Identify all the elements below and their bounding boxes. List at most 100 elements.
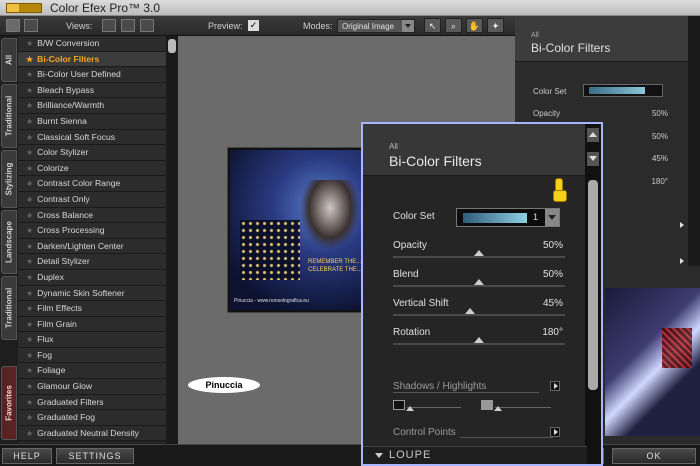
filter-item[interactable]: ★ Flux	[18, 332, 166, 348]
filter-item[interactable]: ★ Detail Stylizer	[18, 254, 166, 270]
ok-button[interactable]: OK	[612, 448, 696, 464]
star-icon[interactable]: ★	[26, 148, 33, 157]
filter-item[interactable]: ★ Film Effects	[18, 301, 166, 317]
filter-item[interactable]: ★ Film Grain	[18, 316, 166, 333]
filter-item[interactable]: ★ Graduated Neutral Density	[18, 425, 166, 442]
pointer-icon[interactable]: ↖	[424, 18, 441, 33]
scroll-up-icon[interactable]	[587, 128, 599, 142]
scroll-thumb[interactable]	[588, 180, 598, 390]
star-icon[interactable]: ★	[26, 320, 33, 329]
star-icon[interactable]: ★	[26, 101, 33, 110]
filter-item[interactable]: ★ Duplex	[18, 269, 166, 286]
filter-item[interactable]: ★ Cross Processing	[18, 223, 166, 239]
filter-item[interactable]: ★ Glamour Glow	[18, 379, 166, 395]
filter-item[interactable]: ★ Bi-Color Filters	[18, 51, 166, 68]
star-icon[interactable]: ★	[26, 195, 33, 204]
shadows-slider[interactable]	[407, 407, 461, 408]
filter-item[interactable]: ★ Bi-Color User Defined	[18, 67, 166, 83]
star-icon[interactable]: ★	[26, 289, 33, 298]
filter-item[interactable]: ★ Color Stylizer	[18, 145, 166, 161]
tab-traditional-2[interactable]: Traditional	[1, 276, 17, 340]
star-icon[interactable]: ★	[26, 366, 33, 375]
filter-item[interactable]: ★ Colorize	[18, 160, 166, 177]
loupe-bar[interactable]: LOUPE	[363, 446, 587, 464]
single-view-icon[interactable]	[6, 19, 20, 32]
star-icon[interactable]: ★	[26, 242, 33, 251]
tab-landscape[interactable]: Landscape	[1, 210, 17, 274]
shadows-expand-icon[interactable]	[550, 381, 560, 391]
vertical-shift-slider-knob[interactable]	[465, 308, 476, 314]
loupe-thumbnail	[605, 288, 700, 436]
blend-slider-knob[interactable]	[474, 279, 484, 285]
star-icon[interactable]: ★	[26, 179, 33, 188]
zoomed-scrollbar[interactable]	[585, 124, 601, 464]
star-icon[interactable]: ★	[26, 86, 33, 95]
filter-item[interactable]: ★ Graduated Filters	[18, 394, 166, 411]
blend-slider[interactable]	[393, 279, 565, 287]
color-set-select[interactable]: 1	[456, 208, 560, 227]
chevron-down-icon[interactable]	[545, 209, 559, 226]
star-icon[interactable]: ★	[26, 398, 33, 407]
tab-all[interactable]: All	[1, 38, 17, 82]
star-icon[interactable]: ★	[26, 164, 33, 173]
settings-button[interactable]: SETTINGS	[56, 448, 134, 464]
opacity-slider-knob[interactable]	[474, 250, 484, 256]
shadows-knob[interactable]	[406, 406, 414, 411]
opacity-slider[interactable]	[393, 250, 565, 258]
scroll-down-icon[interactable]	[587, 152, 599, 166]
filter-item[interactable]: ★ Burnt Sienna	[18, 113, 166, 130]
mode-select[interactable]: Original Image	[337, 19, 415, 33]
highlights-slider[interactable]	[495, 407, 551, 408]
zoom-icon[interactable]: ⌕	[445, 18, 462, 33]
view-single-icon[interactable]	[102, 19, 116, 32]
tab-traditional[interactable]: Traditional	[1, 84, 17, 148]
highlights-knob[interactable]	[494, 406, 502, 411]
filter-item[interactable]: ★ Foliage	[18, 363, 166, 380]
filter-item[interactable]: ★ Fog	[18, 347, 166, 364]
rotation-slider-knob[interactable]	[474, 337, 484, 343]
preview-checkbox[interactable]: ✓	[248, 20, 259, 31]
filter-item[interactable]: ★ Bleach Bypass	[18, 82, 166, 99]
grid-view-icon[interactable]	[24, 19, 38, 32]
control-points-expand-icon[interactable]	[550, 427, 560, 437]
star-icon[interactable]: ★	[26, 70, 33, 79]
star-icon[interactable]: ★	[26, 351, 33, 360]
filter-item[interactable]: ★ Contrast Color Range	[18, 176, 166, 192]
hand-icon[interactable]: ✋	[466, 18, 483, 33]
tab-stylizing[interactable]: Stylizing	[1, 150, 17, 208]
view-split-icon[interactable]	[121, 19, 135, 32]
filter-item[interactable]: ★ Graduated Fog	[18, 410, 166, 426]
star-icon[interactable]: ★	[26, 117, 33, 126]
filter-item[interactable]: ★ Darken/Lighten Center	[18, 238, 166, 255]
view-side-by-side-icon[interactable]	[140, 19, 154, 32]
vertical-shift-slider[interactable]	[393, 308, 565, 316]
star-icon[interactable]: ★	[26, 429, 33, 438]
filter-item[interactable]: ★ Brilliance/Warmth	[18, 98, 166, 114]
caret-right-icon[interactable]	[680, 222, 684, 228]
filter-item[interactable]: ★ Dynamic Skin Softener	[18, 285, 166, 302]
star-icon[interactable]: ★	[26, 226, 33, 235]
settings-scrollbar[interactable]	[688, 16, 700, 266]
filter-item[interactable]: ★ Classical Soft Focus	[18, 129, 166, 146]
star-icon[interactable]: ★	[26, 257, 33, 266]
filter-list-scrollbar[interactable]	[166, 36, 178, 444]
star-icon[interactable]: ★	[26, 304, 33, 313]
star-icon[interactable]: ★	[26, 39, 33, 48]
star-icon[interactable]: ★	[26, 273, 33, 282]
light-icon[interactable]: ✦	[487, 18, 504, 33]
filter-item[interactable]: ★ B/W Conversion	[18, 36, 166, 52]
tab-favorites[interactable]: Favorites	[1, 366, 17, 440]
filter-item[interactable]: ★ Contrast Only	[18, 191, 166, 208]
star-icon[interactable]: ★	[26, 133, 33, 142]
star-icon[interactable]: ★	[26, 211, 33, 220]
color-set-select-small[interactable]	[583, 84, 663, 97]
star-icon[interactable]: ★	[26, 55, 33, 64]
filter-item[interactable]: ★ Cross Balance	[18, 207, 166, 224]
rotation-slider[interactable]	[393, 337, 565, 345]
star-icon[interactable]: ★	[26, 382, 33, 391]
help-button[interactable]: HELP	[2, 448, 52, 464]
caret-right-icon[interactable]	[680, 258, 684, 264]
star-icon[interactable]: ★	[26, 413, 33, 422]
star-icon[interactable]: ★	[26, 335, 33, 344]
scroll-thumb[interactable]	[168, 39, 176, 53]
